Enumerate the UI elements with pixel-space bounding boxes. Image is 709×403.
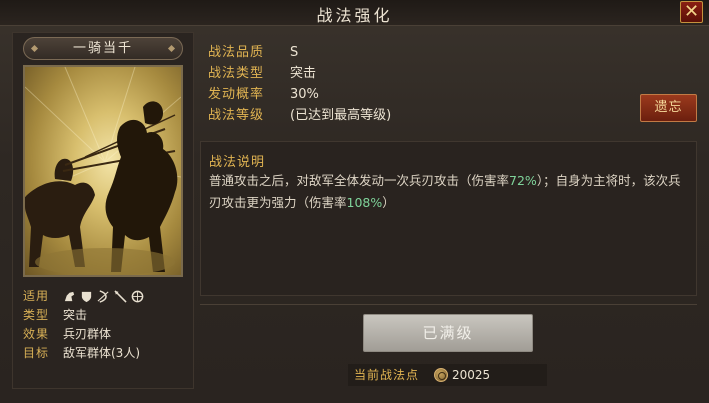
description-title: 战法说明 xyxy=(209,155,266,170)
close-button[interactable]: ✕ xyxy=(680,1,703,23)
info-key: 效果 xyxy=(23,327,50,341)
stat-key: 战法类型 xyxy=(208,66,265,81)
tactic-stats: 战法品质 S 战法类型 突击 发动概率 30% 战法等级 (已达到最高等级) xyxy=(208,42,391,126)
divider xyxy=(200,304,697,305)
points-value: 20025 xyxy=(452,368,491,382)
spear-icon xyxy=(114,290,127,303)
info-value: 突击 xyxy=(63,308,88,322)
damage-rate: 72% xyxy=(509,173,537,188)
stat-key: 战法等级 xyxy=(208,108,265,123)
forget-button[interactable]: 遗忘 xyxy=(640,94,697,122)
info-key: 适用 xyxy=(23,289,50,303)
tactic-name: 一骑当千 xyxy=(23,37,183,60)
info-key: 目标 xyxy=(23,346,50,360)
description-part: 普通攻击之后，对敌军全体发动一次兵刃攻击（伤害率 xyxy=(209,173,510,188)
stat-value: S xyxy=(290,45,299,60)
window-title: 战法强化 xyxy=(316,6,393,25)
info-value: 兵刃群体 xyxy=(63,327,112,341)
stat-type: 战法类型 突击 xyxy=(208,63,391,84)
cavalry-icon xyxy=(64,291,75,302)
tactic-enhance-window: 战法强化 ✕ 一骑当千 适用 类型 突击 效果 兵刃群体 目标 敌军群体(3人)… xyxy=(0,0,709,403)
info-row-applicable: 适用 xyxy=(23,287,188,306)
stat-value: (已达到最高等级) xyxy=(290,108,392,123)
tactic-info-list: 适用 类型 突击 效果 兵刃群体 目标 敌军群体(3人) xyxy=(23,287,188,363)
max-level-button[interactable]: 已满级 xyxy=(363,314,533,352)
tactic-card-art xyxy=(23,65,183,277)
points-label: 当前战法点 xyxy=(354,368,420,382)
info-value: 敌军群体(3人) xyxy=(63,346,140,360)
description-text: 普通攻击之后，对敌军全体发动一次兵刃攻击（伤害率72%）；自身为主将时，该次兵刃… xyxy=(209,170,692,214)
stat-value: 30% xyxy=(290,87,319,102)
tactic-card-panel: 一骑当千 适用 类型 突击 效果 兵刃群体 目标 敌军群体(3人) xyxy=(12,32,194,389)
damage-rate: 108% xyxy=(346,195,383,210)
stat-level: 战法等级 (已达到最高等级) xyxy=(208,105,391,126)
info-row-effect: 效果 兵刃群体 xyxy=(23,325,188,344)
description-part: ） xyxy=(382,195,395,210)
cavalry-charge-art xyxy=(25,67,181,275)
stat-quality: 战法品质 S xyxy=(208,42,391,63)
coin-icon xyxy=(434,368,448,382)
tactic-points-bar: 当前战法点 20025 xyxy=(348,364,547,386)
stat-value: 突击 xyxy=(290,66,317,81)
stat-trigger-rate: 发动概率 30% xyxy=(208,84,391,105)
shield-icon xyxy=(81,291,92,303)
stat-key: 发动概率 xyxy=(208,87,265,102)
bow-icon xyxy=(97,290,109,303)
info-row-target: 目标 敌军群体(3人) xyxy=(23,344,188,363)
unit-type-icons xyxy=(63,287,144,306)
info-row-type: 类型 突击 xyxy=(23,306,188,325)
stat-key: 战法品质 xyxy=(208,45,265,60)
info-key: 类型 xyxy=(23,308,50,322)
tactic-description-box: 战法说明 普通攻击之后，对敌军全体发动一次兵刃攻击（伤害率72%）；自身为主将时… xyxy=(200,141,697,296)
title-bar: 战法强化 ✕ xyxy=(0,0,709,26)
wheel-icon xyxy=(131,290,144,303)
